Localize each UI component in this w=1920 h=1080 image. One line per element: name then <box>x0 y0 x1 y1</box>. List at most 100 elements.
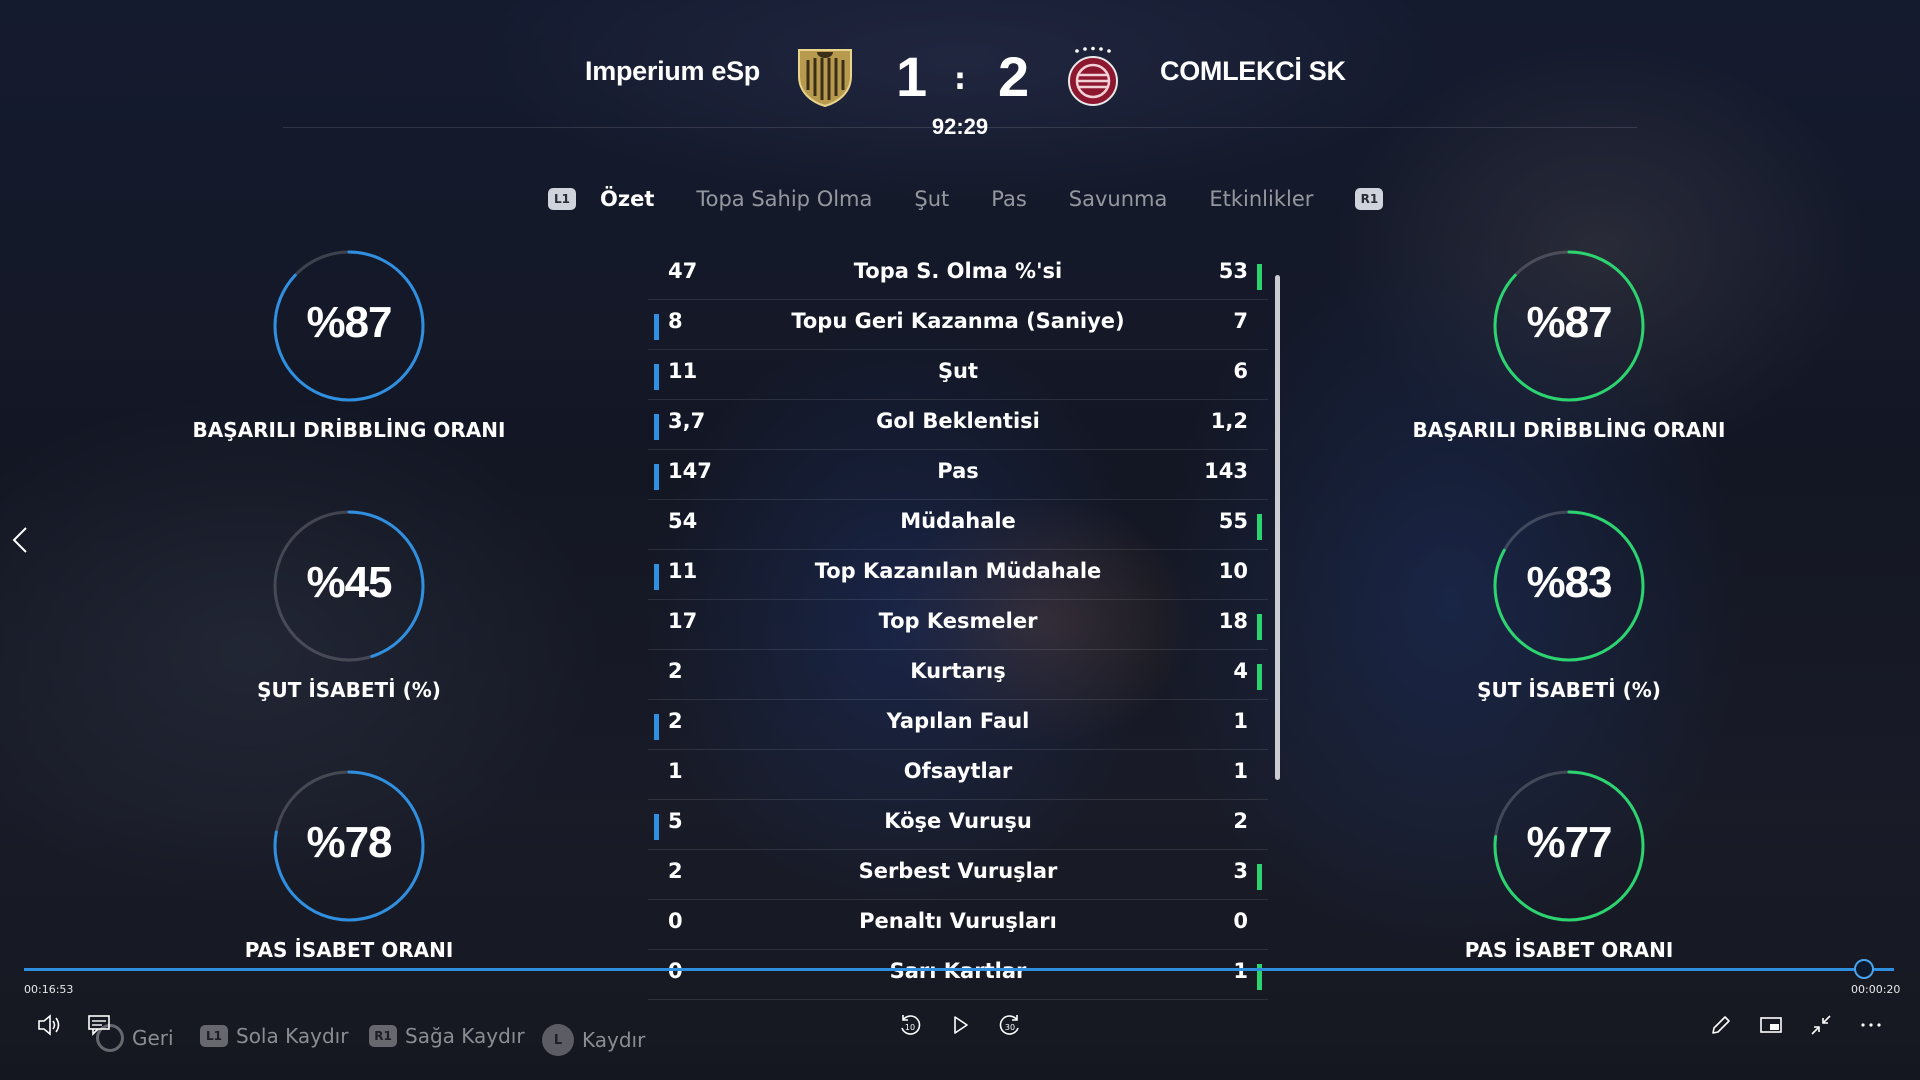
away-stat-value: 18 <box>1218 609 1248 633</box>
away-stat-value: 1,2 <box>1210 409 1248 433</box>
more-options-icon[interactable] <box>1856 1010 1886 1040</box>
tab-ozet[interactable]: Özet <box>600 187 654 211</box>
stats-tab-bar: L1 Özet Topa Sahip Olma Şut Pas Savunma … <box>548 184 1384 214</box>
stat-label: Topu Geri Kazanma (Saniye) <box>791 309 1125 333</box>
home-dribbling-label: BAŞARILI DRİBBLİNG ORANI <box>192 418 506 442</box>
exit-fullscreen-icon[interactable] <box>1806 1010 1836 1040</box>
away-lead-bar <box>1257 864 1262 890</box>
stat-row: 2 Yapılan Faul 1 <box>648 700 1268 750</box>
stat-row: 8 Topu Geri Kazanma (Saniye) 7 <box>648 300 1268 350</box>
volume-icon[interactable] <box>34 1010 64 1040</box>
away-shot-accuracy-label: ŞUT İSABETİ (%) <box>1477 678 1661 702</box>
video-progress-handle[interactable] <box>1854 959 1875 979</box>
tab-pas[interactable]: Pas <box>991 187 1027 211</box>
stat-label: Müdahale <box>900 509 1016 533</box>
away-pass-accuracy-label: PAS İSABET ORANI <box>1464 938 1674 962</box>
hint-scroll-right: R1 Sağa Kaydır <box>369 1024 525 1048</box>
stat-label: Sarı Kartlar <box>889 959 1027 983</box>
stat-label: Şut <box>937 359 979 383</box>
stat-label: Serbest Vuruşlar <box>858 859 1058 883</box>
chevron-left-icon[interactable] <box>8 524 34 556</box>
away-stat-value: 55 <box>1218 509 1248 533</box>
away-dribbling-value: %87 <box>1526 298 1612 347</box>
tab-savunma[interactable]: Savunma <box>1069 187 1168 211</box>
away-stat-value: 7 <box>1233 309 1248 333</box>
home-dribbling-stat: %87 BAŞARILI DRİBBLİNG ORANI <box>189 248 509 442</box>
away-shot-accuracy-stat: %83 ŞUT İSABETİ (%) <box>1409 508 1729 702</box>
away-stat-value: 1 <box>1233 709 1248 733</box>
away-stat-value: 4 <box>1233 659 1248 683</box>
match-stats-table: 47 Topa S. Olma %'si 53 8 Topu Geri Kazanma… <box>648 250 1268 1000</box>
away-stat-value: 2 <box>1233 809 1248 833</box>
away-lead-bar <box>1257 264 1262 290</box>
hint-scroll: L Kaydır <box>542 1024 645 1056</box>
home-pass-accuracy-stat: %78 PAS İSABET ORANI <box>189 768 509 962</box>
away-team-name: COMLEKCİ SK <box>1160 56 1346 86</box>
stat-label: Ofsaytlar <box>903 759 1013 783</box>
score-separator: : <box>954 62 966 97</box>
home-team-name: Imperium eSp <box>585 56 760 86</box>
stat-row: 2 Serbest Vuruşlar 3 <box>648 850 1268 900</box>
stat-row: 54 Müdahale 55 <box>648 500 1268 550</box>
forward-30-icon[interactable]: 30 <box>995 1010 1025 1040</box>
play-icon[interactable] <box>945 1010 975 1040</box>
stats-scrollbar[interactable] <box>1275 275 1280 780</box>
stat-row: 0 Penaltı Vuruşları 0 <box>648 900 1268 950</box>
tab-sut[interactable]: Şut <box>914 187 949 211</box>
svg-text:30: 30 <box>1005 1023 1015 1032</box>
stat-row: 147 Pas 143 <box>648 450 1268 500</box>
away-stat-value: 6 <box>1233 359 1248 383</box>
svg-text:10: 10 <box>905 1023 915 1032</box>
r1-button-icon: R1 <box>369 1025 397 1047</box>
away-shot-accuracy-value: %83 <box>1526 558 1612 607</box>
stat-label: Kurtarış <box>910 659 1006 683</box>
stat-label: Penaltı Vuruşları <box>859 909 1057 933</box>
stat-row: 47 Topa S. Olma %'si 53 <box>648 250 1268 300</box>
stat-label: Pas <box>937 459 979 483</box>
away-lead-bar <box>1257 614 1262 640</box>
pencil-icon[interactable] <box>1706 1010 1736 1040</box>
r1-button-badge[interactable]: R1 <box>1355 188 1384 210</box>
stat-label: Topa S. Olma %'si <box>853 259 1063 283</box>
home-dribbling-value: %87 <box>306 298 392 347</box>
stat-label: Gol Beklentisi <box>876 409 1040 433</box>
tab-etkinlikler[interactable]: Etkinlikler <box>1209 187 1313 211</box>
away-dribbling-stat: %87 BAŞARILI DRİBBLİNG ORANI <box>1409 248 1729 442</box>
home-shot-accuracy-stat: %45 ŞUT İSABETİ (%) <box>189 508 509 702</box>
l1-button-icon: L1 <box>200 1025 228 1047</box>
stat-row: 2 Kurtarış 4 <box>648 650 1268 700</box>
stat-row: 1 Ofsaytlar 1 <box>648 750 1268 800</box>
away-score: 2 <box>998 45 1030 108</box>
home-pass-accuracy-label: PAS İSABET ORANI <box>244 938 454 962</box>
home-team-crest <box>798 49 852 108</box>
video-progress-bar[interactable] <box>24 968 1894 971</box>
stat-label: Köşe Vuruşu <box>884 809 1032 833</box>
l1-button-badge[interactable]: L1 <box>548 188 576 210</box>
away-pass-accuracy-stat: %77 PAS İSABET ORANI <box>1409 768 1729 962</box>
hint-scroll-right-label: Sağa Kaydır <box>405 1024 525 1048</box>
stat-row: 3,7 Gol Beklentisi 1,2 <box>648 400 1268 450</box>
stat-row: 17 Top Kesmeler 18 <box>648 600 1268 650</box>
home-shot-accuracy-label: ŞUT İSABETİ (%) <box>257 678 441 702</box>
tab-topa-sahip-olma[interactable]: Topa Sahip Olma <box>696 187 872 211</box>
away-pass-accuracy-value: %77 <box>1526 818 1612 867</box>
circle-button-icon <box>96 1024 124 1052</box>
left-stick-icon: L <box>542 1024 574 1056</box>
stat-row: 0 Sarı Kartlar 1 <box>648 950 1268 1000</box>
stat-row: 11 Şut 6 <box>648 350 1268 400</box>
stat-label: Top Kazanılan Müdahale <box>814 559 1102 583</box>
away-stat-value: 143 <box>1204 459 1248 483</box>
home-pass-accuracy-value: %78 <box>306 818 392 867</box>
stat-label: Yapılan Faul <box>886 709 1030 733</box>
home-shot-accuracy-value: %45 <box>306 558 392 607</box>
rewind-10-icon[interactable]: 10 <box>895 1010 925 1040</box>
away-stat-value: 0 <box>1233 909 1248 933</box>
away-stat-value: 10 <box>1218 559 1248 583</box>
stat-row: 11 Top Kazanılan Müdahale 10 <box>648 550 1268 600</box>
hint-scroll-label: Kaydır <box>582 1028 646 1052</box>
mini-player-icon[interactable] <box>1756 1010 1786 1040</box>
remaining-time: 00:00:20 <box>1851 983 1901 996</box>
away-stat-value: 1 <box>1233 959 1248 983</box>
away-dribbling-label: BAŞARILI DRİBBLİNG ORANI <box>1412 418 1726 442</box>
hint-back-label: Geri <box>132 1026 174 1050</box>
